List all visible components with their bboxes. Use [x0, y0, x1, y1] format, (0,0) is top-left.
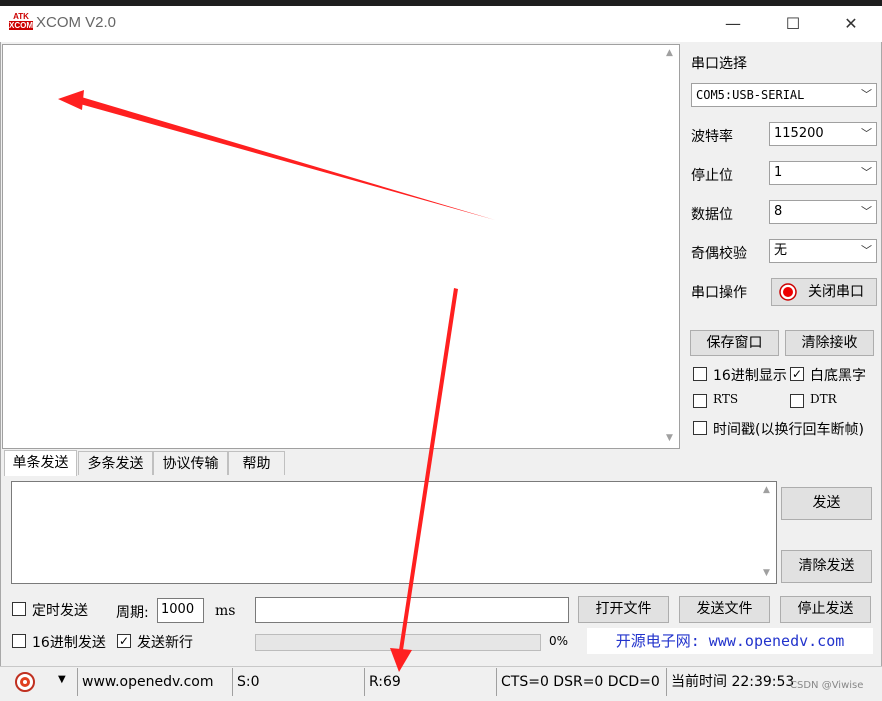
arrow-to-received-count — [399, 288, 458, 650]
arrow-to-receive-area — [78, 96, 495, 220]
arrow-head-receive — [58, 90, 84, 110]
arrow-head-count — [390, 648, 412, 672]
annotation-layer — [58, 90, 495, 672]
